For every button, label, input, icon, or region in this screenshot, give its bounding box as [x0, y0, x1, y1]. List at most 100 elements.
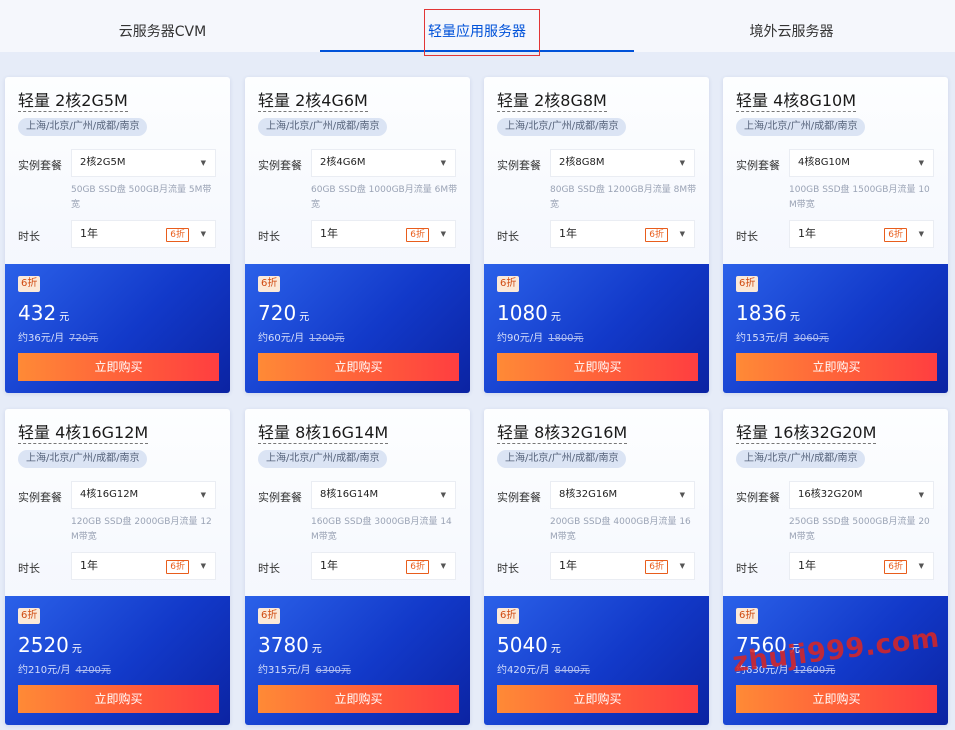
spec-description: 200GB SSD盘 4000GB月流量 16M带宽: [550, 517, 691, 542]
price-value: 5040: [497, 633, 548, 657]
spec-select[interactable]: 8核32G16M ▼: [550, 481, 695, 509]
original-price: 1200元: [309, 333, 345, 344]
chevron-down-icon: ▼: [440, 491, 446, 499]
spec-description: 160GB SSD盘 3000GB月流量 14M带宽: [311, 517, 452, 542]
price: 5040 元: [497, 633, 561, 657]
spec-label: 实例套餐: [258, 159, 302, 172]
product-title: 轻量 16核32G20M: [736, 423, 877, 444]
spec-label: 实例套餐: [736, 159, 780, 172]
price-value: 1080: [497, 301, 548, 325]
spec-select[interactable]: 2核4G6M ▼: [311, 149, 456, 177]
tab-cvm[interactable]: 云服务器CVM: [5, 0, 320, 52]
duration-discount-badge: 6折: [166, 228, 189, 242]
buy-now-button[interactable]: 立即购买: [18, 353, 219, 381]
chevron-down-icon: ▼: [918, 159, 924, 167]
duration-select[interactable]: 1年 6折 ▼: [550, 552, 695, 580]
tab-overseas[interactable]: 境外云服务器: [634, 0, 949, 52]
chevron-down-icon: ▼: [918, 562, 924, 570]
spec-description: 100GB SSD盘 1500GB月流量 10M带宽: [789, 185, 930, 210]
buy-now-button[interactable]: 立即购买: [258, 353, 459, 381]
price-value: 3780: [258, 633, 309, 657]
product-title: 轻量 4核16G12M: [18, 423, 149, 444]
duration-discount-badge: 6折: [166, 560, 189, 574]
product-tab-bar: 云服务器CVM 轻量应用服务器 境外云服务器: [0, 0, 955, 52]
product-title: 轻量 8核32G16M: [497, 423, 628, 444]
product-card: 轻量 2核4G6M 上海/北京/广州/成都/南京 实例套餐 2核4G6M ▼ 60GB S…: [245, 77, 470, 393]
buy-now-button[interactable]: 立即购买: [497, 353, 698, 381]
buy-now-button[interactable]: 立即购买: [736, 685, 937, 713]
price: 1080 元: [497, 301, 561, 325]
duration-discount-badge: 6折: [884, 560, 907, 574]
duration-label: 时长: [18, 230, 40, 243]
duration-select[interactable]: 1年 6折 ▼: [71, 220, 216, 248]
buy-now-button[interactable]: 立即购买: [736, 353, 937, 381]
price-unit: 元: [71, 644, 82, 655]
duration-select[interactable]: 1年 6折 ▼: [71, 552, 216, 580]
price-value: 432: [18, 301, 57, 325]
duration-label: 时长: [497, 562, 519, 575]
price-value: 2520: [18, 633, 69, 657]
product-card: 轻量 16核32G20M 上海/北京/广州/成都/南京 实例套餐 16核32G20M ▼…: [723, 409, 948, 725]
spec-select[interactable]: 4核16G12M ▼: [71, 481, 216, 509]
product-title: 轻量 2核2G5M: [18, 91, 128, 112]
chevron-down-icon: ▼: [440, 230, 446, 238]
product-title: 轻量 2核8G8M: [497, 91, 607, 112]
chevron-down-icon: ▼: [200, 159, 206, 167]
spec-select-value: 2核8G8M: [559, 157, 605, 168]
spec-select[interactable]: 8核16G14M ▼: [311, 481, 456, 509]
original-price: 4200元: [75, 665, 111, 676]
duration-label: 时长: [258, 230, 280, 243]
chevron-down-icon: ▼: [679, 562, 685, 570]
chevron-down-icon: ▼: [918, 230, 924, 238]
chevron-down-icon: ▼: [200, 230, 206, 238]
duration-discount-badge: 6折: [645, 228, 668, 242]
spec-select[interactable]: 16核32G20M ▼: [789, 481, 934, 509]
buy-now-button[interactable]: 立即购买: [258, 685, 459, 713]
duration-select-value: 1年: [559, 559, 577, 572]
duration-select[interactable]: 1年 6折 ▼: [789, 220, 934, 248]
spec-select-value: 8核32G16M: [559, 489, 618, 500]
duration-discount-badge: 6折: [645, 560, 668, 574]
price-panel: 6折 7560 元约630元/月 12600元 立即购买: [723, 596, 948, 725]
price: 1836 元: [736, 301, 800, 325]
duration-discount-badge: 6折: [884, 228, 907, 242]
discount-badge: 6折: [497, 276, 520, 292]
region-tag: 上海/北京/广州/成都/南京: [497, 118, 627, 136]
product-card: 轻量 8核16G14M 上海/北京/广州/成都/南京 实例套餐 8核16G14M ▼ 16…: [245, 409, 470, 725]
monthly-price-row: 约420元/月 8400元: [497, 661, 590, 676]
buy-now-button[interactable]: 立即购买: [497, 685, 698, 713]
duration-select[interactable]: 1年 6折 ▼: [789, 552, 934, 580]
price-panel: 6折 5040 元约420元/月 8400元 立即购买: [484, 596, 709, 725]
monthly-price-row: 约630元/月 12600元: [736, 661, 835, 676]
product-title: 轻量 8核16G14M: [258, 423, 389, 444]
spec-select-value: 4核8G10M: [798, 157, 850, 168]
duration-select-value: 1年: [80, 559, 98, 572]
tab-lighthouse[interactable]: 轻量应用服务器: [320, 0, 634, 52]
monthly-price-row: 约90元/月 1800元: [497, 329, 584, 344]
original-price: 3060元: [793, 333, 829, 344]
spec-select-value: 2核2G5M: [80, 157, 126, 168]
spec-description: 60GB SSD盘 1000GB月流量 6M带宽: [311, 185, 458, 210]
spec-select[interactable]: 2核2G5M ▼: [71, 149, 216, 177]
price-unit: 元: [299, 312, 310, 323]
original-price: 720元: [69, 333, 99, 344]
price-value: 720: [258, 301, 297, 325]
region-tag: 上海/北京/广州/成都/南京: [18, 450, 148, 468]
duration-select[interactable]: 1年 6折 ▼: [550, 220, 695, 248]
duration-select-value: 1年: [320, 227, 338, 240]
price-unit: 元: [311, 644, 322, 655]
price-panel: 6折 432 元约36元/月 720元 立即购买: [5, 264, 230, 393]
duration-select[interactable]: 1年 6折 ▼: [311, 220, 456, 248]
product-title: 轻量 2核4G6M: [258, 91, 368, 112]
price-unit: 元: [789, 644, 800, 655]
duration-label: 时长: [18, 562, 40, 575]
buy-now-button[interactable]: 立即购买: [18, 685, 219, 713]
monthly-price: 约420元/月: [497, 665, 550, 676]
spec-select[interactable]: 2核8G8M ▼: [550, 149, 695, 177]
spec-select-value: 16核32G20M: [798, 489, 863, 500]
duration-select[interactable]: 1年 6折 ▼: [311, 552, 456, 580]
price: 432 元: [18, 301, 69, 325]
spec-select-value: 2核4G6M: [320, 157, 366, 168]
duration-label: 时长: [497, 230, 519, 243]
spec-select[interactable]: 4核8G10M ▼: [789, 149, 934, 177]
